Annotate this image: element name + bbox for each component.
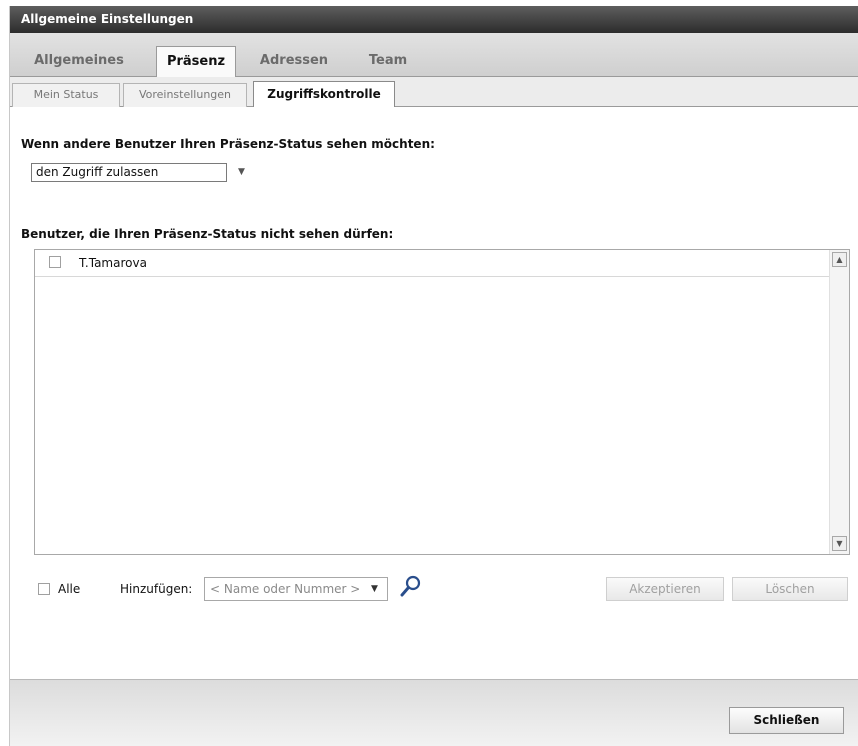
add-label: Hinzufügen: [120, 582, 193, 596]
subtab-voreinstellungen[interactable]: Voreinstellungen [123, 83, 247, 107]
user-checkbox[interactable] [49, 256, 61, 268]
blocked-users-list: T.Tamarova ▲ ▼ [34, 249, 850, 555]
close-button[interactable]: Schließen [729, 707, 844, 734]
access-select[interactable]: den Zugriff zulassen [31, 163, 227, 182]
list-item[interactable]: T.Tamarova [35, 250, 830, 277]
subtab-mein-status[interactable]: Mein Status [12, 83, 120, 107]
add-user-input[interactable]: < Name oder Nummer > ▼ [204, 577, 388, 601]
content-panel: Wenn andere Benutzer Ihren Präsenz-Statu… [10, 107, 858, 679]
access-heading: Wenn andere Benutzer Ihren Präsenz-Statu… [21, 137, 435, 151]
arrow-up-icon[interactable]: ▲ [832, 252, 847, 267]
tab-allgemeines[interactable]: Allgemeines [20, 46, 138, 77]
dialog-footer: Schließen [10, 679, 858, 746]
tab-team[interactable]: Team [358, 46, 418, 77]
select-all-checkbox[interactable] [38, 583, 50, 595]
subtab-zugriffskontrolle[interactable]: Zugriffskontrolle [253, 81, 395, 108]
accept-button[interactable]: Akzeptieren [606, 577, 724, 601]
list-scrollbar[interactable]: ▲ ▼ [829, 250, 849, 554]
tab-praesenz[interactable]: Präsenz [156, 46, 236, 78]
sub-tab-bar: Mein Status Voreinstellungen Zugriffskon… [10, 77, 858, 108]
select-all-label: Alle [58, 582, 81, 596]
user-name: T.Tamarova [79, 256, 147, 270]
tab-adressen[interactable]: Adressen [248, 46, 340, 77]
magnifier-icon[interactable] [400, 574, 422, 598]
window-title: Allgemeine Einstellungen [10, 6, 858, 33]
add-user-toolbar: Alle Hinzufügen: < Name oder Nummer > ▼ … [10, 574, 858, 607]
blocked-users-heading: Benutzer, die Ihren Präsenz-Status nicht… [21, 227, 394, 241]
main-tab-bar: Allgemeines Präsenz Adressen Team [10, 33, 858, 78]
chevron-down-icon[interactable]: ▼ [371, 584, 378, 594]
settings-dialog: Allgemeine Einstellungen Allgemeines Prä… [9, 6, 858, 746]
arrow-down-icon[interactable]: ▼ [832, 536, 847, 551]
chevron-down-icon[interactable]: ▼ [238, 167, 248, 177]
delete-button[interactable]: Löschen [732, 577, 848, 601]
add-user-placeholder: < Name oder Nummer > [210, 582, 361, 596]
